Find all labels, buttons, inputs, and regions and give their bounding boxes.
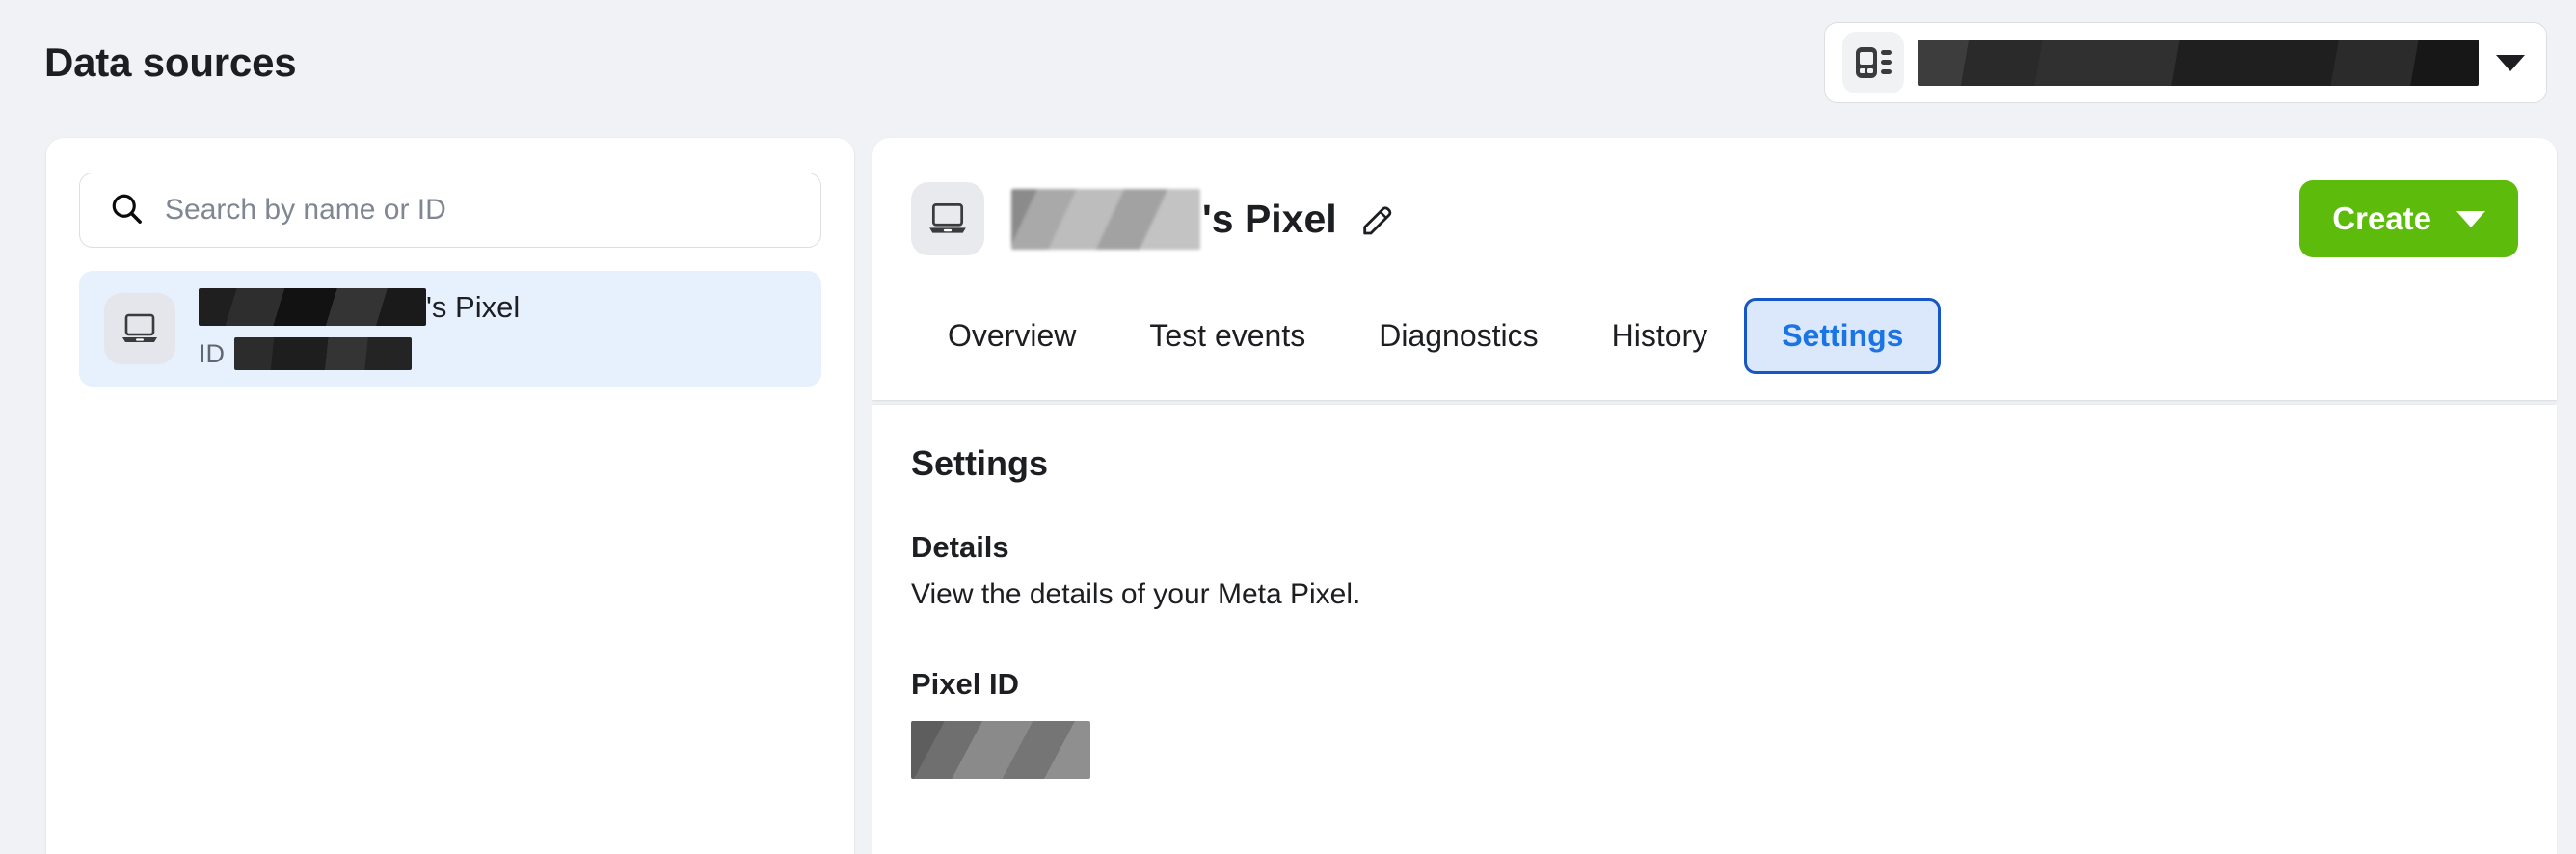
list-item-id-row: ID	[199, 337, 520, 370]
data-sources-list-card: 's Pixel ID	[46, 138, 854, 854]
search-box[interactable]	[79, 173, 821, 248]
create-button-label: Create	[2332, 200, 2431, 237]
detail-header-card: 's Pixel Create Overview Test events Dia…	[872, 138, 2557, 400]
pixel-id-label: Pixel ID	[911, 667, 2518, 702]
search-icon	[109, 191, 144, 230]
tab-test-events[interactable]: Test events	[1113, 299, 1342, 373]
details-subheading: Details	[911, 530, 2518, 565]
settings-panel: Settings Details View the details of you…	[872, 405, 2557, 854]
detail-title-row: 's Pixel Create	[911, 138, 2518, 282]
list-item[interactable]: 's Pixel ID	[79, 271, 821, 387]
detail-tabs: Overview Test events Diagnostics History…	[911, 282, 2518, 388]
page-heading: 's Pixel	[1202, 200, 1337, 239]
list-item-name-suffix: 's Pixel	[426, 292, 520, 322]
data-sources-page: Data sources	[0, 0, 2576, 854]
pixel-id-value-redacted	[911, 721, 1090, 779]
ad-account-icon	[1842, 32, 1904, 93]
detail-title-name-redacted	[1011, 189, 1200, 250]
search-input[interactable]	[165, 194, 782, 227]
tab-settings[interactable]: Settings	[1744, 298, 1941, 374]
laptop-icon	[911, 182, 984, 255]
top-bar: Data sources	[0, 0, 2576, 125]
settings-heading: Settings	[911, 443, 2518, 484]
tab-overview[interactable]: Overview	[911, 299, 1113, 373]
list-item-id-redacted	[234, 337, 412, 370]
ad-account-selector[interactable]	[1824, 22, 2547, 103]
laptop-icon	[104, 293, 175, 364]
list-item-id-label: ID	[199, 339, 225, 369]
pencil-icon[interactable]	[1358, 200, 1397, 238]
ad-account-name-redacted	[1918, 40, 2479, 86]
list-item-name-redacted	[199, 288, 426, 326]
list-item-meta: 's Pixel ID	[199, 287, 520, 370]
tab-diagnostics[interactable]: Diagnostics	[1342, 299, 1574, 373]
page-title: Data sources	[44, 40, 296, 86]
chevron-down-icon	[2496, 55, 2525, 71]
create-button[interactable]: Create	[2299, 180, 2518, 257]
chevron-down-icon	[2456, 211, 2485, 227]
details-description: View the details of your Meta Pixel.	[911, 578, 2518, 611]
list-item-title-row: 's Pixel	[199, 287, 520, 326]
tab-history[interactable]: History	[1575, 299, 1745, 373]
